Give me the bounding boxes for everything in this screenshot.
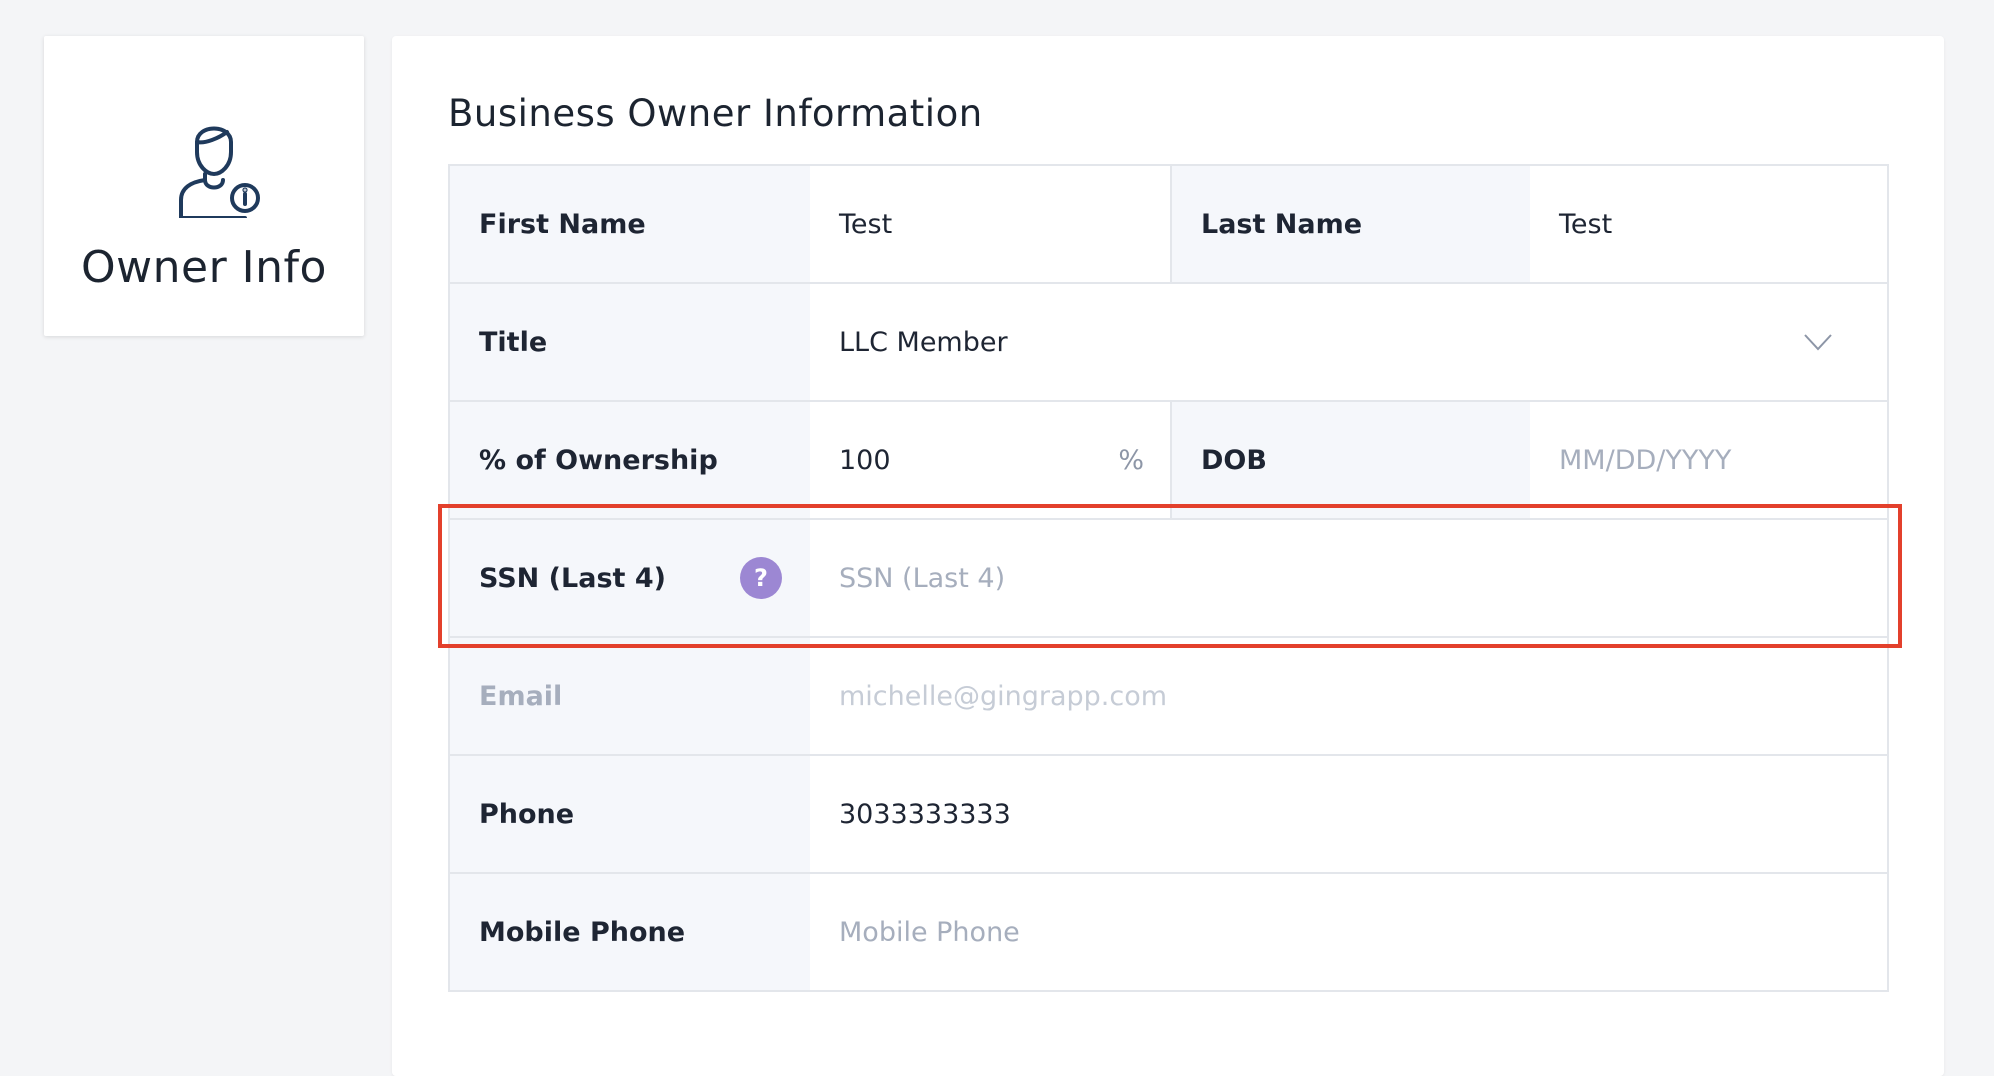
ssn-input[interactable]: SSN (Last 4) <box>810 520 1887 636</box>
owner-info-title: Owner Info <box>81 242 327 293</box>
mobile-phone-row: Mobile Phone Mobile Phone <box>450 874 1887 992</box>
mobile-phone-label: Mobile Phone <box>450 874 810 990</box>
title-row: Title LLC Member <box>450 284 1887 402</box>
email-row: Email michelle@gingrapp.com <box>450 638 1887 756</box>
email-label: Email <box>450 638 810 754</box>
owner-info-card[interactable]: Owner Info <box>44 36 364 336</box>
percent-suffix: % <box>1118 444 1144 476</box>
dob-input[interactable]: MM/DD/YYYY <box>1530 402 1887 518</box>
phone-input[interactable]: 3033333333 <box>810 756 1887 872</box>
title-select-value: LLC Member <box>839 326 1008 358</box>
last-name-input[interactable]: Test <box>1530 166 1887 282</box>
title-label: Title <box>450 284 810 400</box>
ssn-label-cell: SSN (Last 4) ? <box>450 520 810 636</box>
help-icon[interactable]: ? <box>740 557 782 599</box>
form-title: Business Owner Information <box>448 92 983 135</box>
mobile-phone-input[interactable]: Mobile Phone <box>810 874 1887 990</box>
email-field: michelle@gingrapp.com <box>810 638 1887 754</box>
ownership-label: % of Ownership <box>450 402 810 518</box>
ownership-dob-row: % of Ownership 100 % DOB MM/DD/YYYY <box>450 402 1887 520</box>
phone-row: Phone 3033333333 <box>450 756 1887 874</box>
owner-info-icon <box>179 126 260 218</box>
business-owner-form-card: Business Owner Information First Name Te… <box>392 36 1944 1076</box>
name-row: First Name Test Last Name Test <box>450 166 1887 284</box>
first-name-input[interactable]: Test <box>810 166 1170 282</box>
ssn-label: SSN (Last 4) <box>479 562 666 594</box>
ssn-row: SSN (Last 4) ? SSN (Last 4) <box>450 520 1887 638</box>
dob-label: DOB <box>1170 402 1530 518</box>
ownership-value: 100 <box>839 444 891 476</box>
title-select[interactable]: LLC Member <box>810 284 1887 400</box>
last-name-label: Last Name <box>1170 166 1530 282</box>
ownership-input[interactable]: 100 % <box>810 402 1170 518</box>
phone-label: Phone <box>450 756 810 872</box>
business-owner-form: First Name Test Last Name Test Title LLC… <box>448 164 1889 992</box>
chevron-down-icon[interactable] <box>1803 332 1833 352</box>
first-name-label: First Name <box>450 166 810 282</box>
